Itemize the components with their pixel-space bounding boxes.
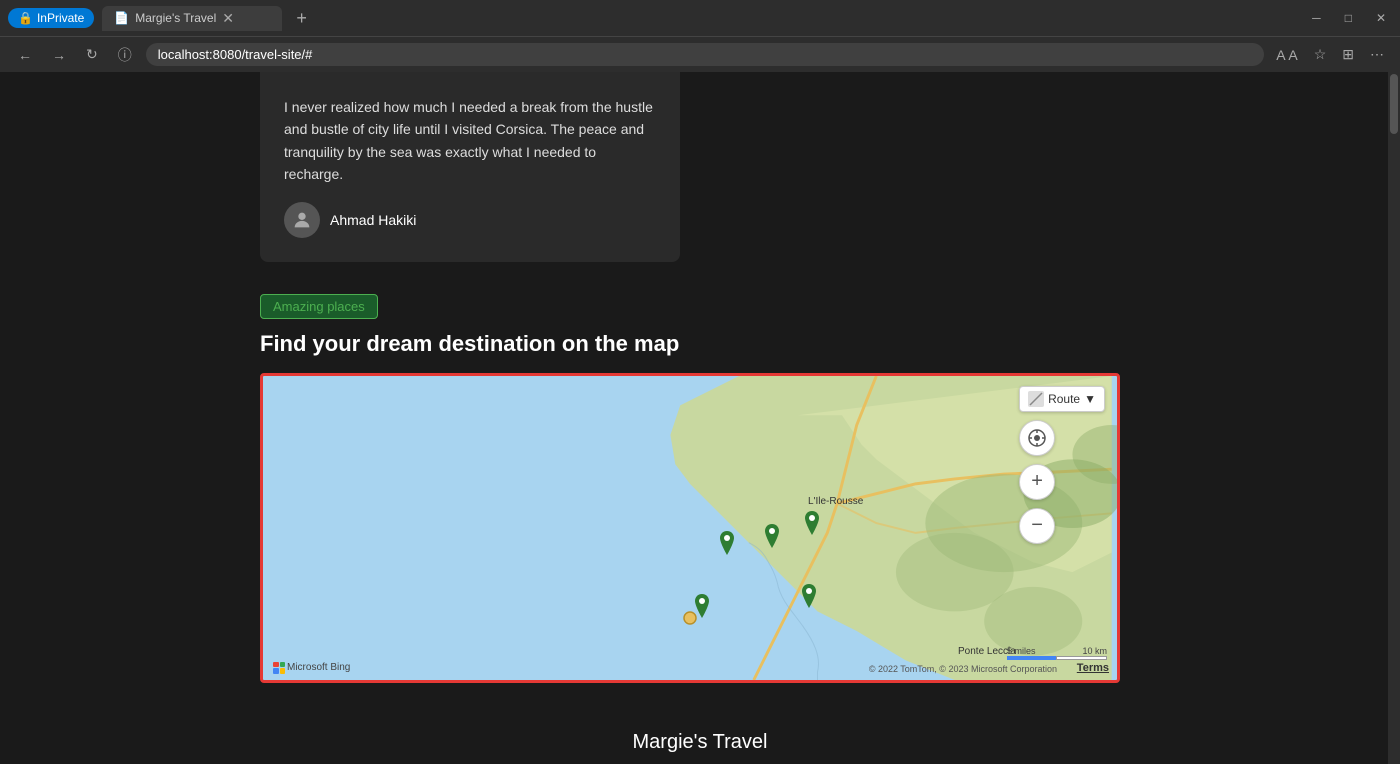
new-tab-button[interactable]: + [290, 8, 313, 29]
active-tab[interactable]: 📄 Margie's Travel ✕ [102, 6, 282, 31]
bing-sq-red [273, 662, 279, 668]
info-icon[interactable]: ⓘ [112, 43, 138, 67]
reader-mode-icon[interactable]: A A [1272, 45, 1301, 65]
testimonial-card: I never realized how much I needed a bre… [260, 72, 680, 262]
map-terms-link[interactable]: Terms [1077, 662, 1109, 674]
amazing-places-section: Amazing places Find your dream destinati… [260, 262, 1140, 683]
tab-title: Margie's Travel [135, 11, 216, 25]
map-pin-6 [683, 611, 697, 625]
title-bar: 🔒 InPrivate 📄 Margie's Travel ✕ + ─ □ ✕ [0, 0, 1400, 36]
page-content: I never realized how much I needed a bre… [0, 72, 1400, 764]
toolbar-icons: A A ☆ ⊞ ⋯ [1272, 44, 1388, 65]
bing-logo: Microsoft Bing [273, 662, 350, 674]
maximize-button[interactable]: □ [1339, 9, 1358, 27]
collections-icon[interactable]: ⊞ [1338, 44, 1358, 65]
zoom-out-button[interactable]: − [1019, 508, 1055, 544]
section-badge: Amazing places [260, 294, 378, 319]
testimonial-author: Ahmad Hakiki [284, 202, 656, 238]
map-pin-3 [803, 511, 821, 535]
map-attribution: Microsoft Bing [273, 662, 350, 674]
favorites-icon[interactable]: ☆ [1310, 44, 1331, 65]
map-scale: 5 miles 10 km [1007, 646, 1107, 660]
map-pin-1 [718, 531, 736, 555]
refresh-button[interactable]: ↻ [80, 44, 104, 65]
title-bar-left: 🔒 InPrivate 📄 Margie's Travel ✕ + [8, 6, 313, 31]
inprivate-icon: 🔒 [18, 11, 33, 25]
inprivate-badge[interactable]: 🔒 InPrivate [8, 8, 94, 28]
testimonial-text: I never realized how much I needed a bre… [284, 96, 656, 186]
scale-bar-line [1007, 656, 1107, 660]
route-button[interactable]: Route ▼ [1019, 386, 1105, 412]
plus-icon: + [1031, 470, 1043, 493]
title-bar-right: ─ □ ✕ [1306, 9, 1392, 27]
scrollbar-thumb[interactable] [1390, 74, 1398, 134]
route-icon [1028, 391, 1044, 407]
locate-me-button[interactable] [1019, 420, 1055, 456]
browser-chrome: 🔒 InPrivate 📄 Margie's Travel ✕ + ─ □ ✕ … [0, 0, 1400, 72]
page-scrollbar[interactable] [1388, 72, 1400, 764]
bing-sq-yellow [280, 668, 286, 674]
map-location-label-1: L'Ile-Rousse [808, 496, 863, 507]
forward-button[interactable]: → [46, 45, 72, 65]
bing-text: Microsoft Bing [287, 662, 350, 673]
bing-sq-blue [273, 668, 279, 674]
avatar [284, 202, 320, 238]
map-controls: Route ▼ + − [1019, 386, 1105, 544]
tab-close-button[interactable]: ✕ [222, 10, 234, 27]
map-copyright: © 2022 TomTom, © 2023 Microsoft Corporat… [869, 664, 1057, 674]
address-bar: ← → ↻ ⓘ A A ☆ ⊞ ⋯ [0, 36, 1400, 72]
minimize-button[interactable]: ─ [1306, 9, 1327, 27]
back-button[interactable]: ← [12, 45, 38, 65]
scale-miles-label: 5 miles [1007, 646, 1036, 656]
route-dropdown-icon: ▼ [1084, 392, 1096, 406]
bing-sq-green [280, 662, 286, 668]
menu-icon[interactable]: ⋯ [1366, 44, 1388, 65]
scale-white-seg [1056, 656, 1107, 660]
scale-km-label: 10 km [1082, 646, 1107, 656]
map-container[interactable]: L'Ile-Rousse Ponte Leccia [260, 373, 1120, 683]
map-pin-2 [763, 524, 781, 548]
map-pin-5 [800, 584, 818, 608]
close-button[interactable]: ✕ [1370, 9, 1392, 27]
minus-icon: − [1031, 514, 1043, 537]
footer-brand: Margie's Travel [260, 715, 1140, 764]
locate-icon [1027, 428, 1047, 448]
url-input[interactable] [146, 43, 1264, 66]
scale-blue-seg [1007, 656, 1056, 660]
section-title: Find your dream destination on the map [260, 331, 1140, 357]
tab-icon: 📄 [114, 11, 129, 25]
author-name: Ahmad Hakiki [330, 212, 416, 228]
map-svg [263, 376, 1117, 680]
zoom-in-button[interactable]: + [1019, 464, 1055, 500]
bing-squares [273, 662, 285, 674]
inprivate-label: InPrivate [37, 11, 84, 25]
